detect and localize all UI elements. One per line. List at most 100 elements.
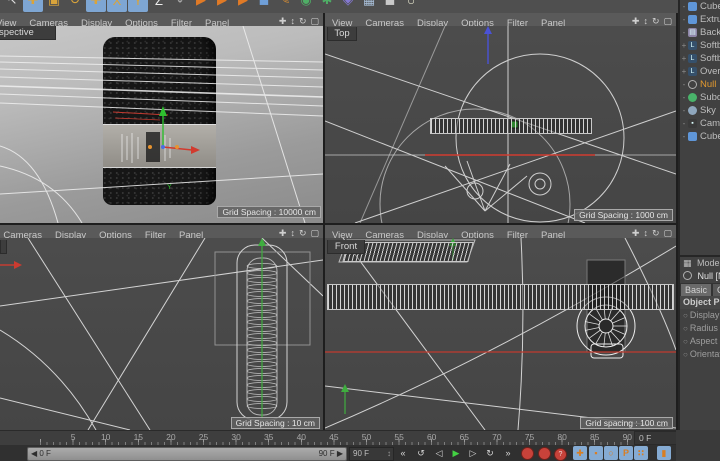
lock-y-axis-icon[interactable]: Y	[128, 0, 148, 12]
tree-expand-icon[interactable]: -	[680, 78, 688, 91]
record-point-level-toggle[interactable]: ∷	[634, 446, 648, 460]
add-light-icon[interactable]: ○	[401, 0, 421, 12]
object-manager-item[interactable]: +LSoftbox	[680, 39, 720, 52]
pan-view-icon[interactable]: ✚	[279, 228, 287, 238]
lock-x-axis-icon[interactable]: X	[107, 0, 127, 12]
goto-start-button[interactable]: «	[396, 446, 410, 460]
tab-coordinates[interactable]: Coord	[712, 283, 720, 296]
viewport-side[interactable]: Grid Spacing : 10 cm	[0, 238, 323, 430]
zoom-view-icon[interactable]: ↕	[643, 228, 648, 238]
render-settings-icon[interactable]: ▶	[233, 0, 253, 12]
property-row-orientation[interactable]: ○Orientation . . .	[680, 348, 720, 361]
tree-expand-icon[interactable]: -	[680, 117, 688, 130]
object-manager-item[interactable]: +LOverhead	[680, 65, 720, 78]
object-manager-item[interactable]: +LSoftbox	[680, 52, 720, 65]
side-wireframe	[0, 238, 323, 430]
previous-frame-button[interactable]: ◁	[432, 446, 446, 460]
record-keyframe-button[interactable]	[521, 446, 534, 460]
tree-expand-icon[interactable]: +	[680, 65, 688, 78]
tree-expand-icon[interactable]: +	[680, 52, 688, 65]
add-generator-icon[interactable]: ◉	[296, 0, 316, 12]
tree-expand-icon[interactable]: -	[680, 13, 688, 26]
property-row-aspect-ratio[interactable]: ○Aspect Ratio . . .	[680, 335, 720, 348]
goto-end-button[interactable]: »	[501, 446, 515, 460]
grid-spacing-label: Grid spacing : 100 cm	[580, 417, 673, 429]
add-deformer-icon[interactable]: ◈	[338, 0, 358, 12]
object-manager-item[interactable]: -Cube.1	[680, 0, 720, 13]
tree-expand-icon[interactable]: -	[680, 104, 688, 117]
property-label: Display . . .	[690, 310, 720, 320]
tree-expand-icon[interactable]: -	[680, 130, 688, 143]
zoom-view-icon[interactable]: ↕	[290, 228, 295, 238]
tab-basic[interactable]: Basic	[680, 283, 712, 296]
pan-view-icon[interactable]: ✚	[279, 16, 287, 26]
coordinate-system-icon[interactable]: ⌖	[170, 0, 190, 12]
pan-view-icon[interactable]: ✚	[632, 16, 640, 26]
ruler-tick-label: 65	[456, 432, 472, 442]
lock-z-axis-icon[interactable]: Z	[149, 0, 169, 12]
end-frame-field[interactable]: 90 F ↕	[349, 447, 394, 461]
property-row-display[interactable]: ○Display . . .	[680, 309, 720, 322]
sky-icon	[688, 106, 697, 115]
play-reverse-button[interactable]: ↺	[414, 446, 428, 460]
toggle-view-icon[interactable]: ▢	[310, 228, 319, 238]
add-primitive-cube-icon[interactable]: ◼	[254, 0, 274, 12]
rotate-view-icon[interactable]: ↻	[299, 228, 307, 238]
viewport-perspective[interactable]: Y Perspective Grid Spacing : 10000 cm	[0, 26, 323, 223]
render-picture-viewer-icon[interactable]: ▶	[212, 0, 232, 12]
toggle-view-icon[interactable]: ▢	[310, 16, 319, 26]
solo-toggle[interactable]: ▮	[657, 446, 671, 460]
rotate-view-icon[interactable]: ↻	[652, 16, 660, 26]
object-manager-item[interactable]: -Null	[680, 78, 720, 91]
play-button[interactable]: ▶	[449, 446, 463, 460]
live-selection-tool-icon[interactable]: ↖	[2, 0, 22, 12]
record-rotation-toggle[interactable]: ○	[604, 446, 618, 460]
tree-expand-icon[interactable]: -	[680, 0, 688, 13]
record-scale-toggle[interactable]: ▪	[589, 446, 603, 460]
scale-tool-icon[interactable]: ▣	[44, 0, 64, 12]
object-manager-item[interactable]: -Cube	[680, 130, 720, 143]
rotate-view-icon[interactable]: ↻	[299, 16, 307, 26]
object-manager-item[interactable]: -▪Camera	[680, 117, 720, 130]
timeline-scrubber[interactable]: ◀ 0 F 90 F ▶	[27, 447, 347, 461]
object-manager-item[interactable]: -Extrude	[680, 13, 720, 26]
record-position-toggle[interactable]: ✚	[573, 446, 587, 460]
keyframe-selection-button[interactable]: ?	[554, 446, 567, 460]
rotate-view-icon[interactable]: ↻	[652, 228, 660, 238]
timeline-ruler[interactable]: 51015202530354045505560657075808590	[0, 430, 703, 445]
play-loop-button[interactable]: ↻	[483, 446, 497, 460]
property-row-radius[interactable]: ○Radius . . .	[680, 322, 720, 335]
tree-expand-icon[interactable]: -	[680, 91, 688, 104]
mode-menu[interactable]: Mode	[697, 258, 720, 268]
autokeying-button[interactable]	[538, 446, 551, 460]
object-manager-item[interactable]: -Subdivision	[680, 91, 720, 104]
add-camera-icon[interactable]: ◼	[380, 0, 400, 12]
end-frame-stepper-icon[interactable]: ↕	[387, 448, 391, 459]
tree-expand-icon[interactable]: -	[680, 26, 688, 39]
next-frame-button[interactable]: ▷	[466, 446, 480, 460]
add-spline-icon[interactable]: ✎	[275, 0, 295, 12]
add-modeling-object-icon[interactable]: ✱	[317, 0, 337, 12]
scrubber-start-handle[interactable]: ◀ 0 F	[31, 448, 51, 459]
add-environment-icon[interactable]: ▦	[359, 0, 379, 12]
zoom-view-icon[interactable]: ↕	[290, 16, 295, 26]
attribute-object-label: Null [Null]	[698, 271, 720, 281]
zoom-view-icon[interactable]: ↕	[643, 16, 648, 26]
pan-view-icon[interactable]: ✚	[632, 228, 640, 238]
scrubber-end-handle[interactable]: 90 F ▶	[319, 448, 343, 459]
toggle-view-icon[interactable]: ▢	[663, 16, 672, 26]
render-view-icon[interactable]: ▶	[191, 0, 211, 12]
last-used-tool-icon[interactable]: ✚	[86, 0, 106, 12]
ruler-tick-label: 60	[424, 432, 440, 442]
tree-expand-icon[interactable]: +	[680, 39, 688, 52]
object-manager-item[interactable]: -Sky	[680, 104, 720, 117]
rotate-tool-icon[interactable]: ↻	[65, 0, 85, 12]
record-parameter-toggle[interactable]: P	[619, 446, 633, 460]
viewport-front[interactable]: Front Grid spacing : 100 cm	[325, 238, 676, 430]
ruler-tick-label: 40	[293, 432, 309, 442]
viewport-top[interactable]: Top Grid Spacing : 1000 cm	[325, 26, 676, 223]
object-manager-item[interactable]: -▤Background	[680, 26, 720, 39]
attribute-object-row[interactable]: Null [Null]	[680, 270, 720, 283]
move-tool-icon[interactable]: ✚	[23, 0, 43, 12]
toggle-view-icon[interactable]: ▢	[663, 228, 672, 238]
